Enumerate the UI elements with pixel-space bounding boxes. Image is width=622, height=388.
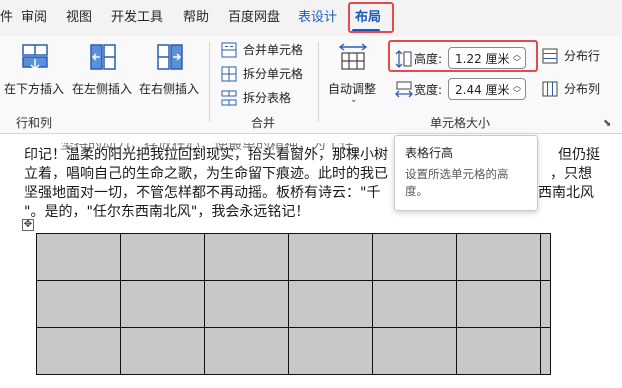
table-cell[interactable] <box>288 327 373 375</box>
distribute-rows-label: 分布行 <box>564 49 601 63</box>
tab-help[interactable]: 帮助 <box>183 0 209 36</box>
distribute-rows-icon <box>542 48 558 64</box>
distribute-rows-button[interactable]: 分布行 <box>542 46 618 66</box>
group-label-cell-size: 单元格大小 <box>430 116 491 130</box>
split-cells-label: 拆分单元格 <box>243 67 304 81</box>
table-cell[interactable] <box>456 327 541 375</box>
highlight-height-control <box>388 40 538 72</box>
paragraph-line: 坚强地面对一切，不管怎样都不再动摇。板桥有诗云："千 <box>24 185 381 201</box>
table-cell[interactable] <box>372 280 457 328</box>
table-cell[interactable] <box>36 280 121 328</box>
table-cell[interactable] <box>456 280 541 328</box>
table-row <box>36 327 551 375</box>
table-cell[interactable] <box>540 233 551 281</box>
column-width-spinner[interactable]: 2.44 厘米 ︿ ﹀ <box>448 78 526 100</box>
split-table-icon <box>221 90 237 106</box>
paragraph-line: "。是的，"任尔东西南北风"，我会永远铭记！ <box>24 204 310 220</box>
tab-view[interactable]: 视图 <box>66 0 92 36</box>
dialog-launcher-icon[interactable]: ⬊ <box>603 118 611 129</box>
table-cell[interactable] <box>204 327 289 375</box>
page-margin <box>598 233 622 388</box>
table-cell[interactable] <box>540 327 551 375</box>
split-table-label: 拆分表格 <box>243 91 292 105</box>
insert-below-icon <box>22 44 48 71</box>
table-cell[interactable] <box>288 233 373 281</box>
group-separator <box>209 42 210 122</box>
tab-developer[interactable]: 开发工具 <box>111 0 163 36</box>
table-row <box>36 233 551 281</box>
merge-cells-label: 合并单元格 <box>243 43 304 57</box>
group-label-merge: 合并 <box>251 116 276 130</box>
paragraph-line: 印记！温柔的阳光把我拉回到现实，抬头看窗外，那棵小树 <box>24 147 388 163</box>
table-cell[interactable] <box>456 233 541 281</box>
autofit-icon <box>338 43 368 70</box>
ribbon-panel: 在下方插入 在左侧插入 在右侧插入 行和列 合并单元格 拆分单元格 拆分表格 合… <box>0 36 622 134</box>
insert-left-label: 在左侧插入 <box>72 82 133 96</box>
tab-review[interactable]: 审阅 <box>21 0 47 36</box>
column-width-icon <box>395 81 413 98</box>
tab-table-design[interactable]: 表设计 <box>298 0 337 36</box>
document-table <box>36 233 551 375</box>
ribbon-tab-strip: 件 审阅 视图 开发工具 帮助 百度网盘 表设计 布局 <box>0 0 622 36</box>
table-cell[interactable] <box>120 233 205 281</box>
split-table-button[interactable]: 拆分表格 <box>221 88 307 108</box>
table-cell[interactable] <box>36 233 121 281</box>
distribute-columns-button[interactable]: 分布列 <box>542 79 618 99</box>
spin-down-icon[interactable]: ﹀ <box>513 88 521 99</box>
table-cell[interactable] <box>120 327 205 375</box>
table-cell[interactable] <box>372 327 457 375</box>
distribute-columns-label: 分布列 <box>564 82 601 96</box>
column-width-value: 2.44 厘米 <box>455 83 510 97</box>
insert-right-label: 在右侧插入 <box>139 82 200 96</box>
table-cell[interactable] <box>120 280 205 328</box>
table-cell[interactable] <box>372 233 457 281</box>
distribute-columns-icon <box>542 81 558 97</box>
group-label-rows-cols: 行和列 <box>16 116 53 130</box>
table-cell[interactable] <box>204 233 289 281</box>
tab-baidu-netdisk[interactable]: 百度网盘 <box>228 0 280 36</box>
tooltip-title: 表格行高 <box>405 146 454 160</box>
chevron-down-icon: ⌄ <box>350 95 358 105</box>
table-move-handle-icon[interactable]: ✥ <box>22 219 34 231</box>
merge-cells-icon <box>221 42 237 58</box>
table-cell[interactable] <box>288 280 373 328</box>
group-separator <box>318 42 319 122</box>
table-row <box>36 280 551 328</box>
split-cells-button[interactable]: 拆分单元格 <box>221 64 307 84</box>
split-cells-icon <box>221 66 237 82</box>
insert-left-icon <box>90 44 116 70</box>
paragraph-fragment: ，只想 <box>550 166 592 182</box>
table-cell[interactable] <box>204 280 289 328</box>
tooltip-description: 设置所选单元格的高度。 <box>405 167 509 198</box>
table-cell[interactable] <box>540 280 551 328</box>
merge-cells-button[interactable]: 合并单元格 <box>221 40 307 60</box>
width-label: 宽度: <box>414 83 443 97</box>
tooltip-row-height: 表格行高 设置所选单元格的高度。 <box>394 135 538 211</box>
paragraph-fragment: 但仍挺 <box>558 147 600 163</box>
highlight-layout-tab <box>348 2 394 33</box>
insert-below-label: 在下方插入 <box>4 82 65 96</box>
tab-file[interactable]: 件 <box>0 0 13 36</box>
paragraph-line: 立着，唱响自己的生命之歌，为生命留下痕迹。此时的我已 <box>24 166 388 182</box>
insert-right-icon <box>157 44 183 70</box>
paragraph-fragment: 西南北风 <box>538 185 594 201</box>
table-cell[interactable] <box>36 327 121 375</box>
